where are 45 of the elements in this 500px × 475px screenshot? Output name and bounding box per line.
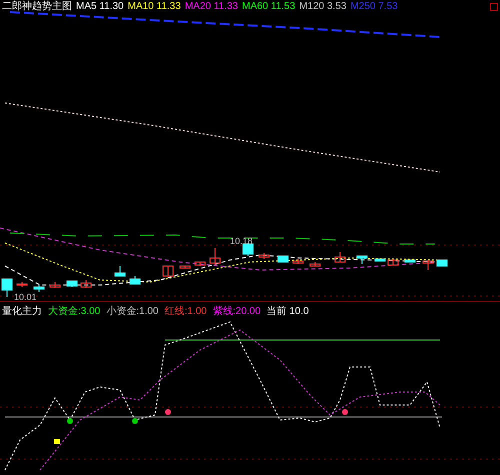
candlestick xyxy=(258,252,270,260)
candlestick xyxy=(356,256,368,264)
chart-title: 二郎神趋势主图 xyxy=(2,0,72,13)
legend-label: 红线:1.00 xyxy=(164,305,207,318)
candlestick xyxy=(436,260,448,266)
candlestick xyxy=(2,278,12,298)
candlestick xyxy=(162,266,174,276)
legend-label: MA5 11.30 xyxy=(76,0,124,13)
legend-label: 大资金:3.00 xyxy=(48,305,100,318)
candlestick xyxy=(388,258,398,266)
legend-label: 小资金:1.00 xyxy=(106,305,158,318)
candlestick xyxy=(180,266,190,268)
candlestick xyxy=(34,284,44,292)
candlestick xyxy=(242,242,254,256)
indicator-title: 量化主力 xyxy=(2,305,42,318)
legend-label: MA20 11.33 xyxy=(184,0,238,13)
legend-label: M250 7.53 xyxy=(350,0,398,13)
candlestick xyxy=(374,258,386,262)
candlestick xyxy=(114,266,126,276)
signal-marker xyxy=(54,439,60,444)
window-control-icon[interactable] xyxy=(490,3,498,11)
candlestick xyxy=(50,282,60,288)
candlestick xyxy=(210,248,220,266)
candlestick xyxy=(404,260,416,262)
candlestick xyxy=(66,280,78,288)
candlestick xyxy=(422,260,434,270)
legend-label: 紫线:20.00 xyxy=(212,305,261,318)
candlestick xyxy=(16,282,28,288)
candlestick xyxy=(278,256,288,262)
signal-dot xyxy=(132,418,138,424)
candlestick xyxy=(334,252,346,262)
signal-dot xyxy=(67,418,73,424)
candlestick xyxy=(130,276,140,284)
signal-dot xyxy=(165,409,171,415)
price-label: 10.01 xyxy=(14,292,37,302)
candlestick xyxy=(292,258,304,264)
legend-label: 当前 10.0 xyxy=(266,305,309,318)
signal-dot xyxy=(342,409,348,415)
legend-label: MA60 11.53 xyxy=(242,0,296,13)
candlestick xyxy=(80,280,92,288)
legend-label: MA10 11.33 xyxy=(128,0,181,13)
candlestick xyxy=(310,262,320,266)
price-label: 10.18 xyxy=(230,236,253,246)
candlestick xyxy=(194,262,206,266)
legend-label: M120 3.53 xyxy=(299,0,346,13)
